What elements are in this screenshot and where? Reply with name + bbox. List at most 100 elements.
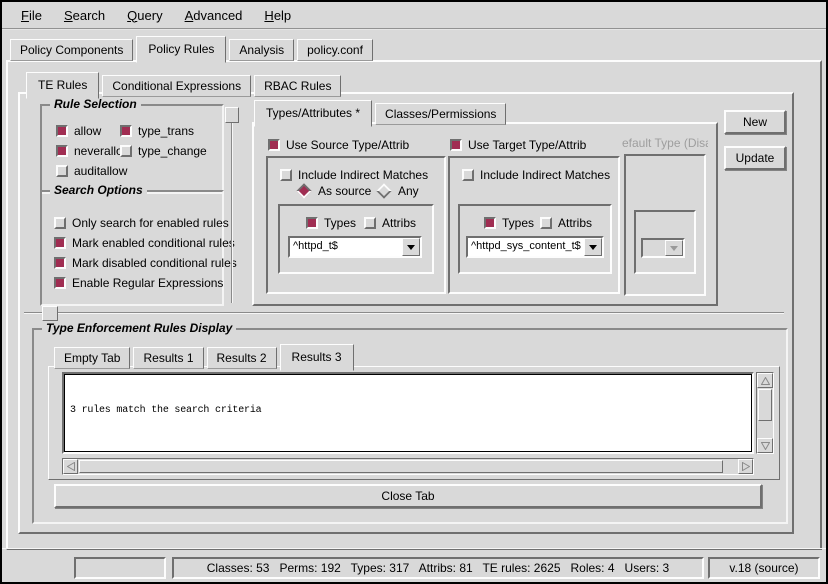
mark-enabled-check-indicator[interactable] (54, 237, 66, 249)
tab-policy-conf[interactable]: policy.conf (297, 39, 373, 61)
checkbox-use-source-type[interactable]: Use Source Type/Attrib (268, 138, 409, 152)
rule-selection-frame: Rule Selection allow type_trans neverall… (40, 104, 224, 194)
chevron-down-icon (407, 245, 415, 254)
checkbox-source-include-indirect[interactable]: Include Indirect Matches (280, 168, 428, 182)
source-types-check-indicator[interactable] (306, 217, 318, 229)
tab-results-3[interactable]: Results 3 (280, 344, 354, 371)
checkbox-source-attribs[interactable]: Attribs (364, 216, 416, 230)
menu-file[interactable]: File (12, 5, 51, 26)
target-attribs-check-indicator[interactable] (540, 217, 552, 229)
scroll-right-button[interactable] (738, 459, 753, 474)
close-tab-button[interactable]: Close Tab (54, 484, 762, 508)
arrow-right-icon (742, 462, 750, 471)
chevron-down-icon (670, 246, 678, 255)
tab-classes-permissions[interactable]: Classes/Permissions (375, 103, 506, 125)
horizontal-sash-grip[interactable] (42, 306, 58, 321)
target-type-dropdown-button[interactable] (584, 238, 602, 256)
checkbox-only-enabled-rules[interactable]: Only search for enabled rules (54, 216, 229, 230)
source-type-value[interactable]: ^httpd_t$ (290, 238, 402, 256)
source-type-dropdown-button[interactable] (402, 238, 420, 256)
source-type-combobox[interactable]: ^httpd_t$ (288, 236, 422, 258)
enable-regex-check-indicator[interactable] (54, 277, 66, 289)
source-attribs-check-indicator[interactable] (364, 217, 376, 229)
checkbox-use-target-type[interactable]: Use Target Type/Attrib (450, 138, 586, 152)
new-button[interactable]: New (724, 110, 786, 134)
checkbox-type-trans[interactable]: type_trans (120, 124, 194, 138)
horizontal-sash-line (24, 312, 784, 314)
vertical-sash-grip[interactable] (225, 107, 239, 123)
checkbox-mark-disabled-conditional[interactable]: Mark disabled conditional rules (54, 256, 237, 270)
allow-check-indicator[interactable] (56, 125, 68, 137)
results-tab-bar: Empty Tab Results 1 Results 2 Results 3 (54, 344, 357, 369)
mark-enabled-label: Mark enabled conditional rules (72, 236, 235, 250)
menu-advanced[interactable]: Advanced (176, 5, 252, 26)
checkbox-auditallow[interactable]: auditallow (56, 164, 127, 178)
checkbox-allow[interactable]: allow (56, 124, 101, 138)
mark-disabled-check-indicator[interactable] (54, 257, 66, 269)
any-label: Any (398, 184, 419, 198)
any-radio-indicator[interactable] (376, 183, 391, 198)
tab-analysis[interactable]: Analysis (229, 39, 294, 61)
type-change-check-indicator[interactable] (120, 145, 132, 157)
scroll-left-button[interactable] (63, 459, 78, 474)
tab-conditional-expressions[interactable]: Conditional Expressions (102, 75, 251, 97)
scroll-down-button[interactable] (757, 438, 773, 453)
default-type-combobox (641, 238, 685, 258)
use-source-check-indicator[interactable] (268, 139, 280, 151)
checkbox-source-types[interactable]: Types (306, 216, 356, 230)
target-indirect-check-indicator[interactable] (462, 169, 474, 181)
menu-help[interactable]: Help (255, 5, 300, 26)
scroll-up-button[interactable] (757, 373, 773, 388)
update-button[interactable]: Update (724, 146, 786, 170)
auditallow-check-indicator[interactable] (56, 165, 68, 177)
target-types-check-indicator[interactable] (484, 217, 496, 229)
horizontal-scroll-thumb[interactable] (79, 460, 723, 473)
tab-empty-tab[interactable]: Empty Tab (54, 347, 130, 369)
source-type-frame: Include Indirect Matches As source Any T… (266, 156, 446, 294)
tab-policy-rules[interactable]: Policy Rules (136, 36, 226, 63)
results-vertical-scrollbar[interactable] (756, 372, 774, 454)
use-source-label: Use Source Type/Attrib (286, 138, 409, 152)
te-rules-display-frame: Type Enforcement Rules Display Empty Tab… (32, 328, 788, 524)
use-target-check-indicator[interactable] (450, 139, 462, 151)
policy-rules-panel: TE Rules Conditional Expressions RBAC Ru… (6, 60, 822, 550)
source-types-attribs-frame: Types Attribs ^httpd_t$ (278, 204, 434, 274)
checkbox-target-types[interactable]: Types (484, 216, 534, 230)
tab-policy-components[interactable]: Policy Components (10, 39, 133, 61)
target-type-value[interactable]: ^httpd_sys_content_t$ (468, 238, 584, 256)
arrow-up-icon (761, 377, 770, 385)
tab-results-1[interactable]: Results 1 (133, 347, 203, 369)
auditallow-label: auditallow (74, 164, 127, 178)
tab-rbac-rules[interactable]: RBAC Rules (254, 75, 341, 97)
tab-types-attributes[interactable]: Types/Attributes * (254, 100, 372, 127)
source-indirect-check-indicator[interactable] (280, 169, 292, 181)
only-enabled-check-indicator[interactable] (54, 217, 66, 229)
results-horizontal-scrollbar[interactable] (62, 458, 754, 475)
status-cell-stats: Classes: 53 Perms: 192 Types: 317 Attrib… (172, 557, 704, 579)
checkbox-target-attribs[interactable]: Attribs (540, 216, 592, 230)
neverallow-check-indicator[interactable] (56, 145, 68, 157)
menu-search[interactable]: Search (55, 5, 114, 26)
tab-te-rules[interactable]: TE Rules (26, 72, 99, 99)
checkbox-target-include-indirect[interactable]: Include Indirect Matches (462, 168, 610, 182)
checkbox-type-change[interactable]: type_change (120, 144, 207, 158)
status-bar: Classes: 53 Perms: 192 Types: 317 Attrib… (2, 548, 826, 583)
menu-bar: File Search Query Advanced Help (2, 2, 826, 30)
default-type-value (643, 240, 665, 256)
radio-as-source[interactable]: As source (296, 184, 371, 198)
checkbox-enable-regex[interactable]: Enable Regular Expressions (54, 276, 223, 290)
vertical-scroll-thumb[interactable] (758, 389, 772, 421)
status-cell-version: v.18 (source) (708, 557, 820, 579)
results-textarea[interactable]: 3 rules match the search criteria (5822)… (62, 372, 754, 454)
types-attributes-panel: Use Source Type/Attrib Include Indirect … (252, 122, 718, 306)
type-trans-check-indicator[interactable] (120, 125, 132, 137)
menu-query[interactable]: Query (118, 5, 171, 26)
as-source-radio-indicator[interactable] (296, 183, 311, 198)
checkbox-mark-enabled-conditional[interactable]: Mark enabled conditional rules (54, 236, 235, 250)
tab-results-2[interactable]: Results 2 (207, 347, 277, 369)
results-text[interactable]: 3 rules match the search criteria (5822)… (64, 374, 752, 452)
radio-any[interactable]: Any (376, 184, 419, 198)
use-target-label: Use Target Type/Attrib (468, 138, 586, 152)
target-type-combobox[interactable]: ^httpd_sys_content_t$ (466, 236, 604, 258)
arrow-left-icon (67, 462, 75, 471)
